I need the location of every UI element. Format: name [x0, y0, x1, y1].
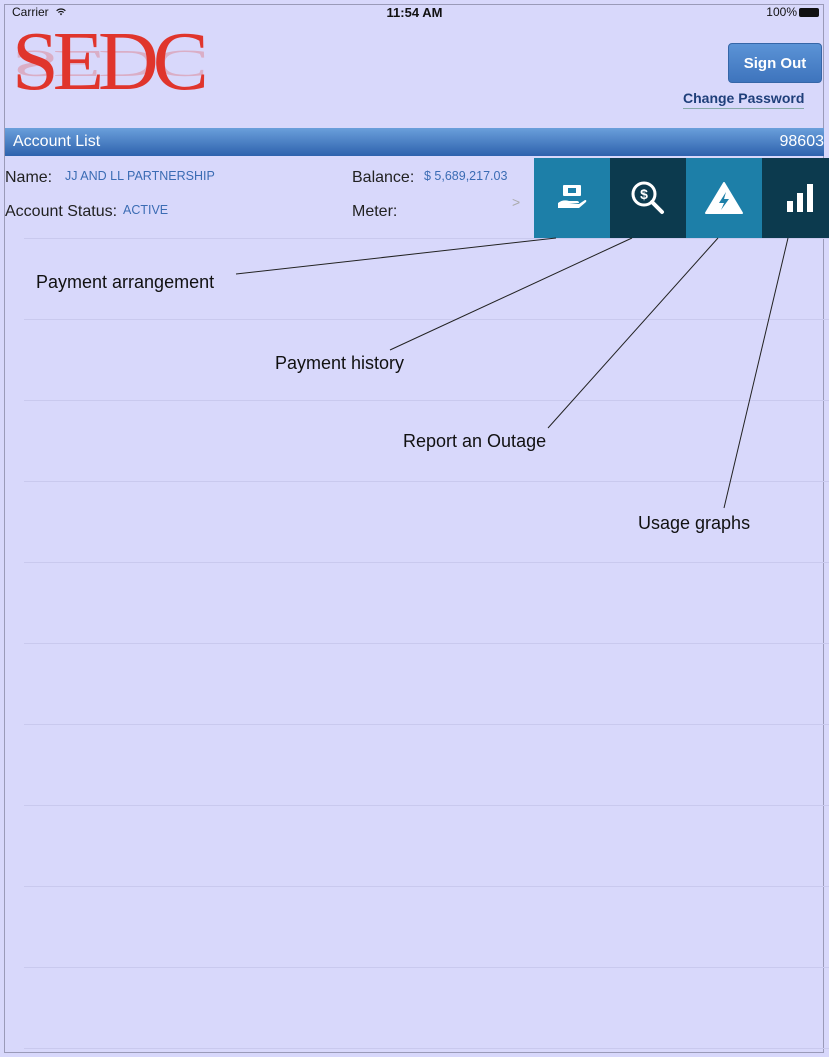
payment-arrangement-icon [558, 185, 587, 208]
row-separator [24, 724, 829, 725]
callout-usage-graphs: Usage graphs [638, 513, 751, 533]
callout-report-outage: Report an Outage [403, 431, 547, 451]
usage-graph-icon [787, 184, 813, 212]
row-separator [24, 319, 829, 320]
svg-text:$: $ [640, 186, 648, 202]
sedc-logo: SEDC SEDC [10, 20, 210, 124]
row-separator [24, 967, 829, 968]
row-separator [24, 481, 829, 482]
payment-history-icon: $ [631, 181, 664, 214]
row-separator [24, 1048, 829, 1049]
account-list-title: Account List [13, 133, 101, 150]
chevron-right-icon: > [512, 194, 521, 210]
row-separator [24, 805, 829, 806]
report-outage-button[interactable] [686, 158, 762, 238]
callout-payment-history: Payment history [275, 353, 405, 373]
balance-label: Balance: [352, 169, 415, 186]
account-status-label: Account Status: [5, 203, 118, 220]
account-list-bar: Account List 98603 [5, 128, 824, 156]
payment-history-button[interactable]: $ [610, 158, 686, 238]
name-label: Name: [5, 169, 53, 186]
account-number: 98603 [779, 133, 825, 150]
row-separator [24, 643, 829, 644]
row-separator [24, 562, 829, 563]
name-value: JJ AND LL PARTNERSHIP [65, 169, 215, 183]
callout-payment-arrangement: Payment arrangement [36, 272, 215, 292]
balance-value: $ 5,689,217.03 [424, 169, 508, 183]
outage-icon [705, 182, 743, 214]
sign-out-button[interactable]: Sign Out [728, 43, 822, 83]
battery-percent: 100% [766, 5, 797, 19]
logo-reflection: SEDC [12, 42, 203, 85]
account-status-value: ACTIVE [123, 203, 169, 217]
meter-label: Meter: [352, 203, 398, 220]
payment-arrangement-button[interactable] [534, 158, 610, 238]
row-separator [24, 238, 829, 239]
battery-icon [799, 7, 819, 17]
row-separator [24, 400, 829, 401]
change-password-link[interactable]: Change Password [683, 90, 805, 109]
usage-graphs-button[interactable] [762, 158, 829, 238]
account-actions: $ [534, 158, 829, 238]
row-separator [24, 886, 829, 887]
